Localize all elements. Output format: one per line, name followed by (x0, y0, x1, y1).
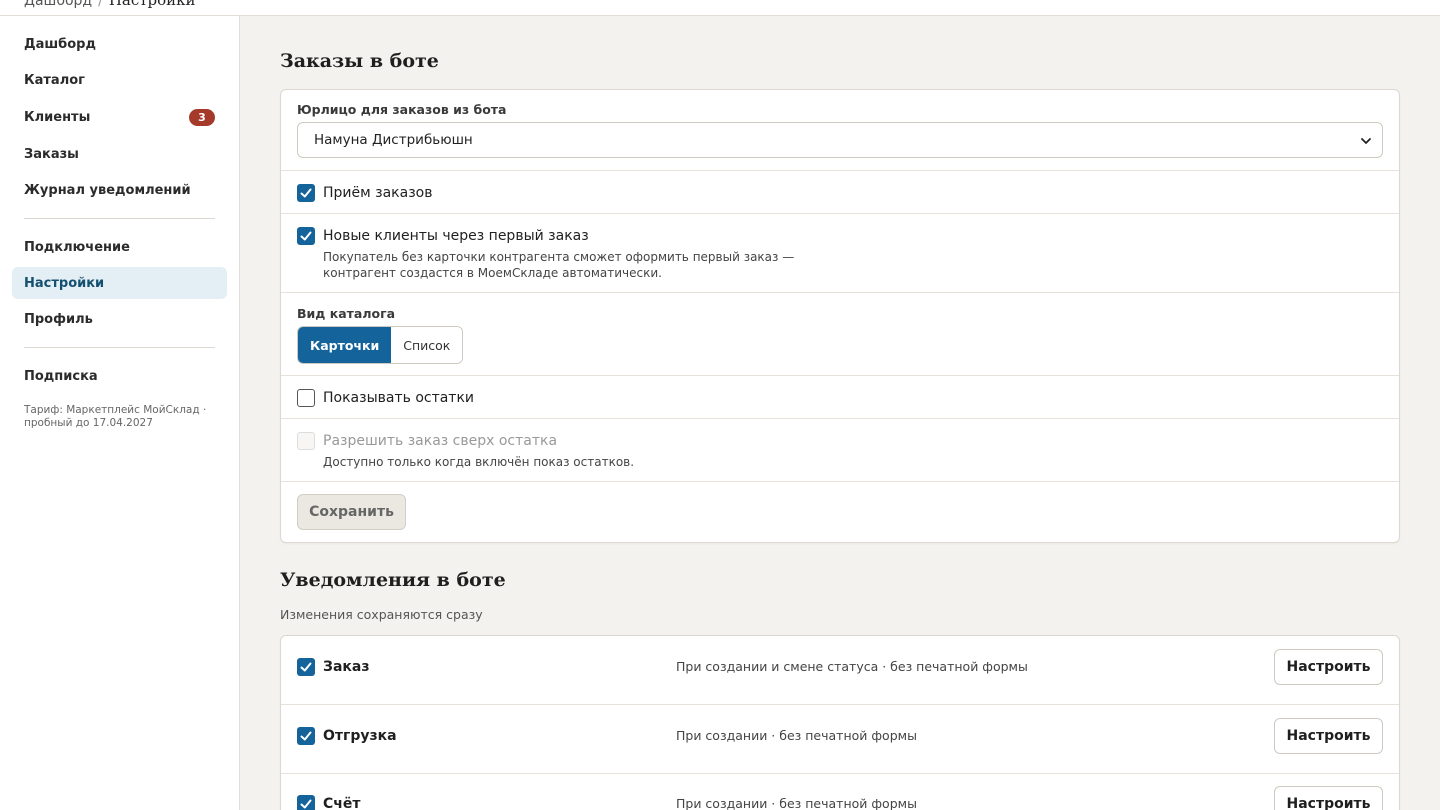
notification-order-configure-button[interactable]: Настроить (1274, 649, 1383, 685)
notification-invoice-title: Счёт (323, 796, 361, 810)
notification-shipment-desc: При создании · без печатной формы (676, 728, 917, 743)
breadcrumb-parent[interactable]: Дашборд (24, 0, 92, 9)
clients-count-badge: 3 (189, 109, 215, 126)
catalog-view-cards[interactable]: Карточки (298, 327, 392, 363)
catalog-view-toggle: Карточки Список (297, 326, 464, 364)
sidebar-item-dashboard[interactable]: Дашборд (12, 28, 227, 60)
new-clients-hint-line1: Покупатель без карточки контрагента смож… (323, 250, 795, 264)
row-divider (281, 704, 1399, 705)
check-icon (300, 731, 312, 741)
notification-invoice-configure-button[interactable]: Настроить (1274, 786, 1383, 810)
row-divider (281, 213, 1399, 214)
sidebar-item-label: Подключение (24, 239, 130, 255)
sidebar-item-label: Каталог (24, 72, 85, 88)
allow-over-stock-label: Разрешить заказ сверх остатка (323, 433, 558, 449)
entity-label: Юрлицо для заказов из бота (297, 102, 507, 117)
new-clients-checkbox[interactable] (297, 227, 315, 245)
check-icon (300, 662, 312, 672)
sidebar: Дашборд Каталог Клиенты 3 Заказы Журнал … (0, 16, 240, 810)
sidebar-item-connection[interactable]: Подключение (12, 231, 227, 263)
show-stock-label: Показывать остатки (323, 390, 475, 406)
sidebar-item-subscription[interactable]: Подписка (12, 360, 227, 392)
save-button[interactable]: Сохранить (297, 494, 406, 530)
notification-invoice-checkbox[interactable] (297, 795, 315, 810)
notification-order-checkbox[interactable] (297, 658, 315, 676)
breadcrumb: Дашборд / Настройки (24, 0, 196, 9)
sidebar-divider (24, 347, 215, 348)
accept-orders-checkbox[interactable] (297, 184, 315, 202)
catalog-view-label: Вид каталога (297, 306, 396, 321)
allow-over-stock-checkbox (297, 432, 315, 450)
sidebar-item-notification-log[interactable]: Журнал уведомлений (12, 174, 227, 206)
notification-shipment-configure-button[interactable]: Настроить (1274, 718, 1383, 754)
notification-invoice-desc: При создании · без печатной формы (676, 796, 917, 810)
sidebar-item-label: Дашборд (24, 36, 96, 52)
check-icon (300, 231, 312, 241)
new-clients-hint-line2: контрагент создастся в МоемСкладе автома… (323, 266, 662, 280)
notification-shipment-checkbox[interactable] (297, 727, 315, 745)
row-divider (281, 292, 1399, 293)
row-divider (281, 375, 1399, 376)
allow-over-stock-hint: Доступно только когда включён показ оста… (323, 455, 635, 469)
orders-settings-card: Юрлицо для заказов из бота Намуна Дистри… (280, 89, 1400, 543)
sidebar-item-label: Настройки (24, 275, 105, 291)
row-divider (281, 481, 1399, 482)
check-icon (300, 799, 312, 809)
sidebar-item-settings[interactable]: Настройки (12, 267, 227, 299)
breadcrumb-current: Настройки (108, 0, 196, 9)
sidebar-divider (24, 218, 215, 219)
notification-order-desc: При создании и смене статуса · без печат… (676, 659, 1028, 674)
catalog-view-list[interactable]: Список (391, 327, 463, 363)
notification-order-title: Заказ (323, 659, 370, 675)
sidebar-item-label: Заказы (24, 146, 79, 162)
top-bar: Дашборд / Настройки (0, 0, 1440, 16)
entity-select[interactable]: Намуна Дистрибьюшн (297, 122, 1383, 158)
orders-section-title: Заказы в боте (280, 50, 439, 72)
chevron-down-icon (1361, 138, 1371, 144)
sidebar-item-orders[interactable]: Заказы (12, 138, 227, 170)
breadcrumb-separator: / (98, 0, 103, 9)
row-divider (281, 170, 1399, 171)
check-icon (300, 188, 312, 198)
sidebar-item-catalog[interactable]: Каталог (12, 64, 227, 96)
accept-orders-label: Приём заказов (323, 185, 433, 201)
sidebar-item-label: Профиль (24, 311, 93, 327)
sidebar-item-profile[interactable]: Профиль (12, 303, 227, 335)
notifications-section-title: Уведомления в боте (280, 569, 506, 591)
entity-select-value: Намуна Дистрибьюшн (314, 132, 473, 148)
row-divider (281, 418, 1399, 419)
show-stock-checkbox[interactable] (297, 389, 315, 407)
sidebar-item-label: Журнал уведомлений (24, 182, 191, 198)
new-clients-label: Новые клиенты через первый заказ (323, 228, 589, 244)
row-divider (281, 773, 1399, 774)
sidebar-item-label: Клиенты (24, 109, 91, 125)
tariff-info: Тариф: Маркетплейс МойСклад · пробный до… (24, 404, 207, 429)
notifications-card: Заказ При создании и смене статуса · без… (280, 635, 1400, 810)
notification-shipment-title: Отгрузка (323, 728, 397, 744)
sidebar-item-label: Подписка (24, 368, 98, 384)
notifications-subtitle: Изменения сохраняются сразу (280, 607, 483, 622)
sidebar-item-clients[interactable]: Клиенты 3 (12, 101, 227, 133)
